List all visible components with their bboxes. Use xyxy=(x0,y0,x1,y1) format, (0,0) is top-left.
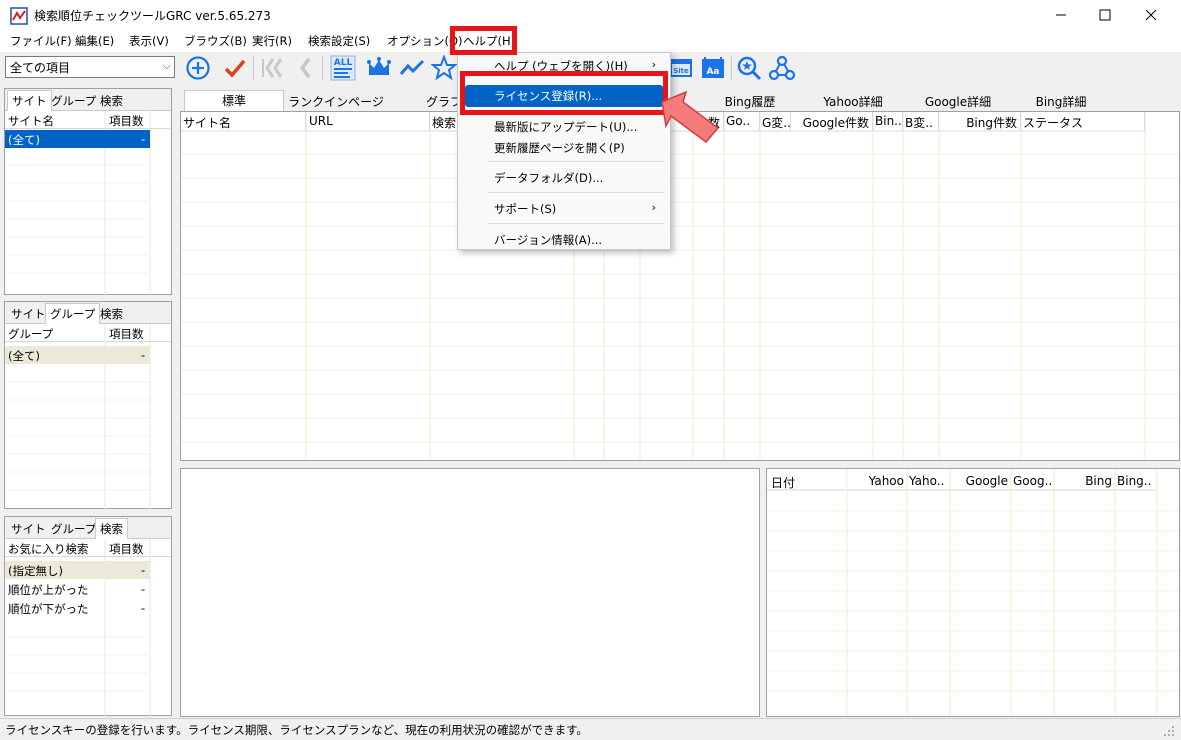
status-text: ライセンスキーの登録を行います。ライセンス期限、ライセンスプランなど、現在の利用… xyxy=(5,723,588,737)
menu-item-data-folder[interactable]: データフォルダ(D)... xyxy=(458,167,670,189)
title-bar: 検索順位チェックツールGRC ver.5.65.273 xyxy=(0,0,1181,30)
search-star-icon[interactable] xyxy=(736,55,762,81)
all-list-icon[interactable]: ALL xyxy=(330,55,356,81)
column-bing-change[interactable]: Bing.. xyxy=(1115,472,1157,491)
trend-line-icon[interactable] xyxy=(399,55,425,81)
first-page-icon[interactable] xyxy=(259,55,285,81)
minimize-icon[interactable] xyxy=(1046,4,1076,26)
menu-search-settings[interactable]: 検索設定(S) xyxy=(308,33,370,49)
tab-ranked-pages[interactable]: ランクインページ xyxy=(286,92,386,111)
chevron-right-icon: › xyxy=(651,201,656,214)
column-bing-rank[interactable]: Bin.. xyxy=(873,112,903,131)
tab-google-detail[interactable]: Google詳細 xyxy=(906,92,1010,111)
menu-run[interactable]: 実行(R) xyxy=(252,33,292,49)
tab-group[interactable]: グループ xyxy=(51,93,96,109)
close-icon[interactable] xyxy=(1136,4,1166,26)
ranking-table: サイト名 URL 検索 数 Go.. G変.. Google件数 Bin.. B… xyxy=(180,111,1180,461)
maximize-icon[interactable] xyxy=(1090,4,1120,26)
svg-text:Aa: Aa xyxy=(706,67,719,77)
column-url[interactable]: URL xyxy=(306,112,430,131)
add-icon[interactable] xyxy=(185,55,211,81)
column-bing-change[interactable]: B変.. xyxy=(903,112,939,131)
tab-yahoo-detail[interactable]: Yahoo詳細 xyxy=(803,92,903,111)
column-google-change[interactable]: Goog.. xyxy=(1011,472,1054,491)
svg-text:ALL: ALL xyxy=(334,58,353,68)
check-icon[interactable] xyxy=(222,55,248,81)
detail-panel xyxy=(180,468,760,717)
menu-browse[interactable]: ブラウズ(B) xyxy=(184,33,247,49)
menu-view[interactable]: 表示(V) xyxy=(129,33,169,49)
column-google-results[interactable]: Google件数 xyxy=(791,112,873,131)
column-bing[interactable]: Bing xyxy=(1054,472,1115,491)
column-bing-results[interactable]: Bing件数 xyxy=(939,112,1021,131)
status-bar: ライセンスキーの登録を行います。ライセンス期限、ライセンスプランなど、現在の利用… xyxy=(0,718,1181,740)
menu-item-changelog[interactable]: 更新履歴ページを開く(P) xyxy=(458,137,670,159)
menu-file[interactable]: ファイル(F) xyxy=(10,33,72,49)
column-google[interactable]: Google xyxy=(950,472,1011,491)
tab-site[interactable]: サイト xyxy=(11,521,46,537)
site-icon[interactable]: Site xyxy=(668,55,694,81)
chevron-right-icon: › xyxy=(651,58,656,71)
tab-site[interactable]: サイト xyxy=(7,90,52,111)
text-format-icon[interactable]: Aa xyxy=(700,55,726,81)
list-item[interactable]: 順位が下がった - xyxy=(5,599,150,617)
svg-text:Site: Site xyxy=(673,67,689,75)
table-grid xyxy=(181,112,1179,460)
menu-separator xyxy=(488,223,664,224)
window-title: 検索順位チェックツールGRC ver.5.65.273 xyxy=(34,9,271,23)
history-panel: 日付 Yahoo Yaho.. Google Goog.. Bing Bing.… xyxy=(766,468,1180,717)
tab-search[interactable]: 検索 xyxy=(95,518,128,539)
annotation-highlight-help-menu xyxy=(450,26,517,55)
resize-grip-icon[interactable] xyxy=(1163,725,1175,737)
site-panel-tabs: サイト グループ 検索 xyxy=(5,89,171,111)
toolbar-separator xyxy=(253,56,254,80)
list-item[interactable]: (指定無し) - xyxy=(5,561,150,579)
column-google-change[interactable]: G変.. xyxy=(760,112,791,131)
column-site-name[interactable]: サイト名 xyxy=(181,112,306,131)
crown-icon[interactable] xyxy=(366,55,392,81)
toolbar-separator xyxy=(322,56,323,80)
tab-site[interactable]: サイト xyxy=(11,306,46,322)
app-logo-icon xyxy=(10,7,28,25)
menu-bar: ファイル(F) 編集(E) 表示(V) ブラウズ(B) 実行(R) 検索設定(S… xyxy=(0,30,1181,52)
column-date[interactable]: 日付 xyxy=(767,472,847,491)
site-panel: サイト グループ 検索 サイト名 項目数 (全て) - xyxy=(4,88,172,296)
menu-item-version-info[interactable]: バージョン情報(A)... xyxy=(458,229,670,251)
column-status[interactable]: ステータス xyxy=(1021,112,1145,131)
list-item[interactable]: 順位が上がった - xyxy=(5,580,150,598)
toolbar-separator xyxy=(731,56,732,80)
item-filter-value: 全ての項目 xyxy=(10,61,71,75)
previous-icon[interactable] xyxy=(292,55,318,81)
list-item[interactable]: (全て) - xyxy=(5,130,150,148)
column-yahoo[interactable]: Yahoo xyxy=(847,472,907,491)
chevron-down-icon: ⌵ xyxy=(162,59,171,72)
tab-search[interactable]: 検索 xyxy=(100,93,123,109)
group-panel: サイト グループ 検索 グループ 項目数 (全て) - xyxy=(4,301,172,510)
menu-edit[interactable]: 編集(E) xyxy=(75,33,114,49)
search-panel: サイト グループ 検索 お気に入り検索 項目数 (指定無し) - 順位が上がった… xyxy=(4,516,172,717)
history-grid xyxy=(767,469,1179,716)
search-panel-tabs: サイト グループ 検索 xyxy=(5,517,171,539)
annotation-highlight-license xyxy=(460,71,668,115)
menu-item-support[interactable]: サポート(S) › xyxy=(458,198,670,220)
tab-search[interactable]: 検索 xyxy=(100,306,123,322)
column-yahoo-change[interactable]: Yaho.. xyxy=(907,472,950,491)
menu-separator xyxy=(488,161,664,162)
column-google-rank[interactable]: Go.. xyxy=(724,112,760,131)
tab-bing-detail[interactable]: Bing詳細 xyxy=(1013,92,1109,111)
tab-group[interactable]: グループ xyxy=(45,303,101,324)
tab-group[interactable]: グループ xyxy=(51,521,96,537)
annotation-arrow-icon xyxy=(661,90,720,144)
network-icon[interactable] xyxy=(769,55,795,81)
group-panel-tabs: サイト グループ 検索 xyxy=(5,302,171,324)
menu-separator xyxy=(488,192,664,193)
menu-item-update[interactable]: 最新版にアップデート(U)... xyxy=(458,116,670,138)
column-search[interactable]: 検索 xyxy=(430,112,458,131)
star-icon[interactable] xyxy=(431,55,457,81)
list-item[interactable]: (全て) - xyxy=(5,346,150,364)
item-filter-select[interactable]: 全ての項目 ⌵ xyxy=(5,56,175,78)
tab-standard[interactable]: 標準 xyxy=(184,90,284,111)
